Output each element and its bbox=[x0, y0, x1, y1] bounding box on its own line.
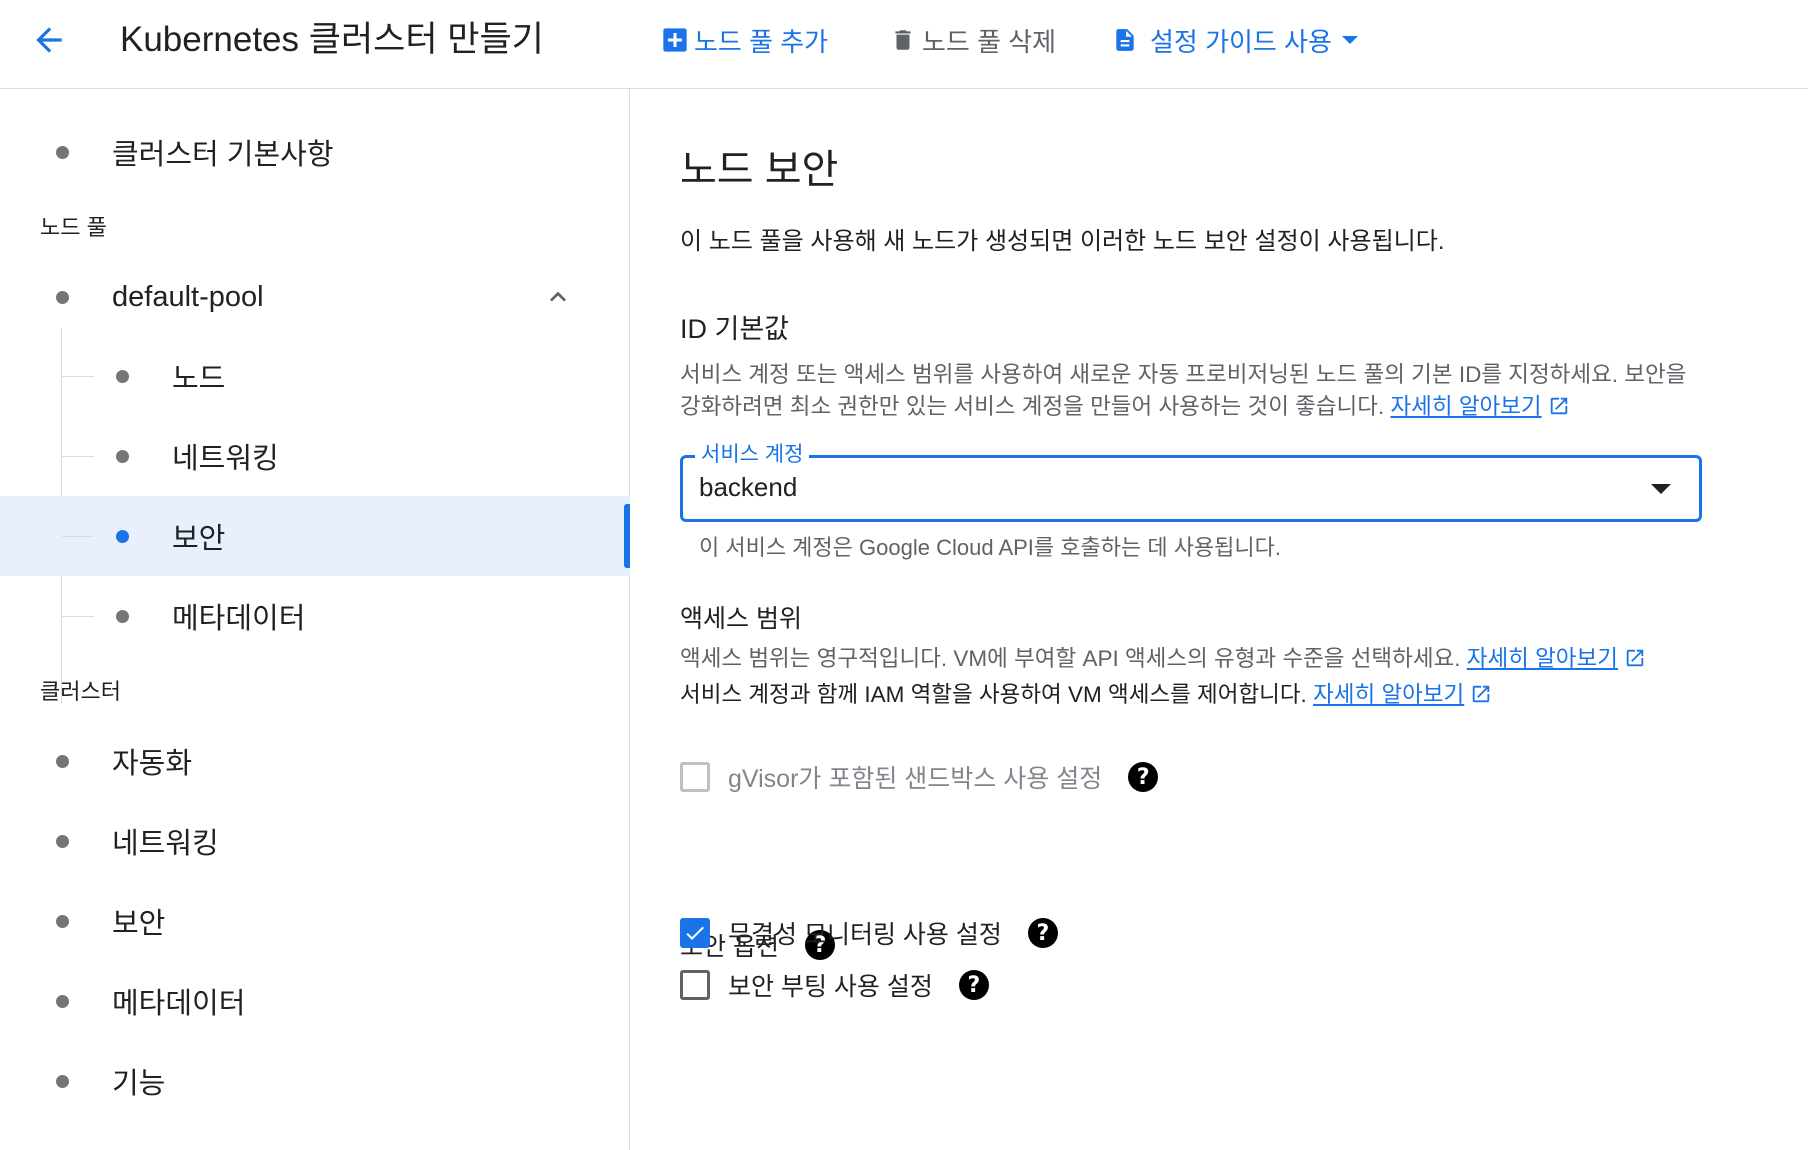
add-box-icon bbox=[660, 25, 690, 55]
delete-node-pool-button[interactable]: 노드 풀 삭제 bbox=[888, 20, 1056, 60]
integrity-monitoring-row: 무결성 모니터링 사용 설정 ? bbox=[680, 913, 1058, 953]
section-cluster: 클러스터 bbox=[40, 679, 121, 704]
identity-text-line2: 강화하려면 최소 권한만 있는 서비스 계정을 만들어 사용하는 것이 좋습니다… bbox=[680, 394, 1385, 419]
identity-text-line1: 서비스 계정 또는 액세스 범위를 사용하여 새로운 자동 프로비저닝된 노드 … bbox=[680, 362, 1687, 387]
section-heading: 노드 보안 bbox=[680, 148, 839, 192]
document-icon bbox=[1110, 25, 1140, 55]
gvisor-checkbox[interactable] bbox=[680, 762, 710, 792]
service-account-select[interactable]: 서비스 계정 backend bbox=[680, 438, 1702, 522]
main-content: 노드 보안 이 노드 풀을 사용해 새 노드가 생성되면 이러한 노드 보안 설… bbox=[631, 89, 1808, 1150]
access-scopes-heading: 액세스 범위 bbox=[680, 605, 802, 633]
nav-pool-nodes[interactable]: 노드 bbox=[0, 336, 630, 416]
nav-cluster-basics[interactable]: 클러스터 기본사항 bbox=[0, 112, 630, 192]
bullet-icon bbox=[116, 449, 129, 463]
secure-boot-label: 보안 부팅 사용 설정 bbox=[728, 973, 933, 1001]
page-title: Kubernetes 클러스터 만들기 bbox=[120, 20, 544, 59]
nav-cluster-security[interactable]: 보안 bbox=[0, 881, 630, 961]
add-node-pool-button[interactable]: 노드 풀 추가 bbox=[660, 20, 828, 60]
bullet-icon bbox=[116, 369, 129, 383]
trash-icon bbox=[888, 25, 918, 55]
chevron-up-icon[interactable] bbox=[540, 279, 576, 315]
access-scopes-line1: 액세스 범위는 영구적입니다. VM에 부여할 API 액세스의 유형과 수준을… bbox=[680, 646, 1461, 671]
help-icon[interactable]: ? bbox=[1128, 762, 1159, 792]
nav-pool-networking[interactable]: 네트워킹 bbox=[0, 416, 630, 496]
bullet-icon bbox=[56, 290, 69, 304]
nav-label: default-pool bbox=[112, 280, 264, 313]
bullet-icon bbox=[116, 609, 129, 623]
dropdown-arrow-icon bbox=[1651, 484, 1671, 494]
setup-guide-dropdown[interactable]: 설정 가이드 사용 bbox=[1110, 20, 1358, 60]
bullet-icon bbox=[56, 754, 69, 768]
bullet-icon bbox=[56, 834, 69, 848]
bullet-icon bbox=[116, 529, 129, 543]
nav-cluster-metadata[interactable]: 메타데이터 bbox=[0, 961, 630, 1041]
access-scopes-text: 액세스 범위는 영구적입니다. VM에 부여할 API 액세스의 유형과 수준을… bbox=[680, 641, 1646, 713]
tree-branch bbox=[62, 375, 94, 377]
tree-branch bbox=[62, 455, 94, 457]
secure-boot-checkbox[interactable] bbox=[680, 970, 710, 1000]
learn-more-link[interactable]: 자세히 알아보기 bbox=[1390, 394, 1541, 419]
access-scopes-line2: 서비스 계정과 함께 IAM 역할을 사용하여 VM 액세스를 제어합니다. bbox=[680, 682, 1307, 707]
nav-cluster-networking[interactable]: 네트워킹 bbox=[0, 801, 630, 881]
check-icon bbox=[686, 926, 704, 940]
active-indicator bbox=[624, 504, 630, 568]
access-scopes-row2: 서비스 계정과 함께 IAM 역할을 사용하여 VM 액세스를 제어합니다. 자… bbox=[680, 677, 1646, 713]
section-node-pools: 노드 풀 bbox=[40, 215, 107, 240]
identity-heading: ID 기본값 bbox=[680, 314, 790, 344]
help-icon[interactable]: ? bbox=[1027, 918, 1058, 948]
learn-more-link[interactable]: 자세히 알아보기 bbox=[1313, 682, 1464, 707]
nav-label: 클러스터 기본사항 bbox=[112, 139, 334, 171]
gvisor-label: gVisor가 포함된 샌드박스 사용 설정 bbox=[728, 765, 1103, 793]
nav-cluster-automation[interactable]: 자동화 bbox=[0, 721, 630, 801]
caret-down-icon bbox=[1341, 36, 1358, 44]
add-node-pool-label: 노드 풀 추가 bbox=[694, 26, 829, 57]
nav-cluster-features[interactable]: 기능 bbox=[0, 1041, 630, 1121]
service-account-label: 서비스 계정 bbox=[695, 438, 810, 468]
bullet-icon bbox=[56, 914, 69, 928]
secure-boot-row: 보안 부팅 사용 설정 ? bbox=[680, 965, 989, 1005]
external-link-icon bbox=[1473, 685, 1490, 703]
bullet-icon bbox=[56, 1074, 69, 1088]
identity-text: 서비스 계정 또는 액세스 범위를 사용하여 새로운 자동 프로비저닝된 노드 … bbox=[680, 359, 1686, 423]
identity-text-line2-row: 강화하려면 최소 권한만 있는 서비스 계정을 만들어 사용하는 것이 좋습니다… bbox=[680, 391, 1686, 423]
setup-guide-label: 설정 가이드 사용 bbox=[1150, 26, 1332, 57]
nav-label: 네트워킹 bbox=[112, 828, 219, 860]
nav-label: 네트워킹 bbox=[172, 443, 279, 475]
external-link-icon bbox=[1550, 397, 1567, 415]
nav-label: 메타데이터 bbox=[172, 603, 306, 635]
nav-label: 노드 bbox=[172, 363, 226, 395]
delete-node-pool-label: 노드 풀 삭제 bbox=[922, 26, 1057, 57]
integrity-monitoring-checkbox[interactable] bbox=[680, 918, 710, 948]
nav-pool-security[interactable]: 보안 bbox=[0, 496, 630, 576]
learn-more-link[interactable]: 자세히 알아보기 bbox=[1467, 646, 1618, 671]
nav-label: 기능 bbox=[112, 1068, 166, 1100]
tree-branch bbox=[62, 615, 94, 617]
sidebar: 클러스터 기본사항 노드 풀 default-pool 노드 네트워킹 보안 메… bbox=[0, 89, 630, 1150]
help-icon[interactable]: ? bbox=[958, 970, 989, 1000]
top-header: Kubernetes 클러스터 만들기 노드 풀 추가 노드 풀 삭제 설정 가… bbox=[0, 0, 1808, 89]
arrow-back-icon bbox=[36, 27, 62, 53]
nav-label: 보안 bbox=[112, 908, 166, 940]
access-scopes-row1: 액세스 범위는 영구적입니다. VM에 부여할 API 액세스의 유형과 수준을… bbox=[680, 641, 1646, 677]
section-description: 이 노드 풀을 사용해 새 노드가 생성되면 이러한 노드 보안 설정이 사용됩… bbox=[680, 228, 1445, 255]
service-account-value: backend bbox=[699, 472, 798, 502]
service-account-helper: 이 서비스 계정은 Google Cloud API를 호출하는 데 사용됩니다… bbox=[699, 535, 1282, 560]
bullet-icon bbox=[56, 994, 69, 1008]
integrity-monitoring-label: 무결성 모니터링 사용 설정 bbox=[728, 921, 1002, 949]
gvisor-row: gVisor가 포함된 샌드박스 사용 설정 ? bbox=[680, 757, 1159, 797]
bullet-icon bbox=[56, 145, 69, 159]
nav-pool-metadata[interactable]: 메타데이터 bbox=[0, 576, 630, 656]
nav-label: 보안 bbox=[172, 523, 226, 555]
nav-default-pool[interactable]: default-pool bbox=[0, 257, 630, 337]
nav-label: 메타데이터 bbox=[112, 988, 246, 1020]
tree-branch bbox=[62, 535, 94, 537]
external-link-icon bbox=[1626, 649, 1644, 667]
nav-label: 자동화 bbox=[112, 748, 193, 780]
back-button[interactable] bbox=[24, 18, 74, 62]
